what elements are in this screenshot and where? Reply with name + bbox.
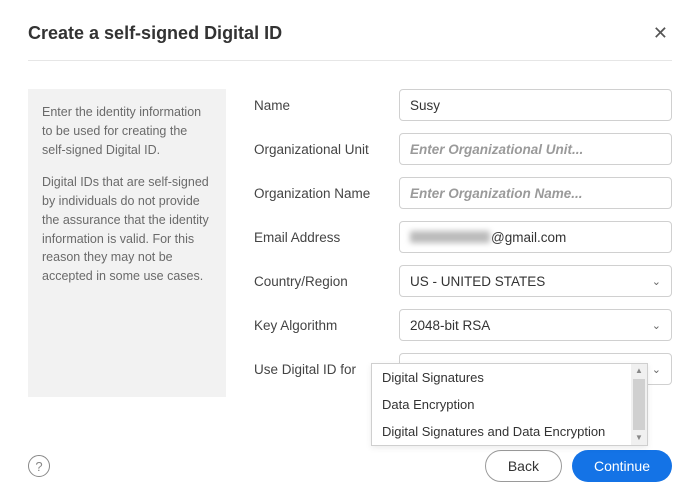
dropdown-option-both[interactable]: Digital Signatures and Data Encryption: [372, 418, 647, 445]
row-email: Email Address @gmail.com: [254, 221, 672, 253]
footer-buttons: Back Continue: [485, 450, 672, 482]
row-org-unit: Organizational Unit: [254, 133, 672, 165]
dialog-title: Create a self-signed Digital ID: [28, 23, 282, 44]
row-name: Name: [254, 89, 672, 121]
row-key-algo: Key Algorithm 2048-bit RSA ⌄: [254, 309, 672, 341]
form: Name Organizational Unit Organization Na…: [254, 89, 672, 397]
dialog-header: Create a self-signed Digital ID ✕: [28, 20, 672, 46]
scroll-thumb[interactable]: [633, 379, 645, 430]
continue-button[interactable]: Continue: [572, 450, 672, 482]
divider: [28, 60, 672, 61]
row-country: Country/Region US - UNITED STATES ⌄: [254, 265, 672, 297]
help-icon[interactable]: ?: [28, 455, 50, 477]
name-label: Name: [254, 98, 399, 113]
country-value: US - UNITED STATES: [410, 274, 545, 289]
back-button[interactable]: Back: [485, 450, 562, 482]
email-masked: [410, 231, 490, 243]
org-unit-label: Organizational Unit: [254, 142, 399, 157]
info-text-2: Digital IDs that are self-signed by indi…: [42, 173, 212, 286]
dropdown-option-encrypt[interactable]: Data Encryption: [372, 391, 647, 418]
email-input[interactable]: @gmail.com: [399, 221, 672, 253]
info-box: Enter the identity information to be use…: [28, 89, 226, 397]
scroll-down-icon[interactable]: ▼: [635, 431, 643, 445]
org-name-label: Organization Name: [254, 186, 399, 201]
country-select[interactable]: US - UNITED STATES ⌄: [399, 265, 672, 297]
scroll-up-icon[interactable]: ▲: [635, 364, 643, 378]
email-domain: @gmail.com: [491, 230, 566, 245]
email-label: Email Address: [254, 230, 399, 245]
key-algo-select[interactable]: 2048-bit RSA ⌄: [399, 309, 672, 341]
close-icon[interactable]: ✕: [649, 20, 672, 46]
chevron-down-icon: ⌄: [652, 363, 661, 376]
info-text-1: Enter the identity information to be use…: [42, 103, 212, 159]
key-algo-value: 2048-bit RSA: [410, 318, 490, 333]
country-label: Country/Region: [254, 274, 399, 289]
org-unit-input[interactable]: [399, 133, 672, 165]
dialog-footer: ? Back Continue: [28, 450, 672, 482]
scrollbar[interactable]: ▲ ▼: [631, 364, 647, 445]
use-for-dropdown: Digital Signatures Data Encryption Digit…: [371, 363, 648, 446]
key-algo-label: Key Algorithm: [254, 318, 399, 333]
row-org-name: Organization Name: [254, 177, 672, 209]
digital-id-dialog: Create a self-signed Digital ID ✕ Enter …: [0, 0, 700, 500]
dropdown-option-sign[interactable]: Digital Signatures: [372, 364, 647, 391]
dialog-body: Enter the identity information to be use…: [28, 89, 672, 397]
name-input[interactable]: [399, 89, 672, 121]
chevron-down-icon: ⌄: [652, 275, 661, 288]
org-name-input[interactable]: [399, 177, 672, 209]
chevron-down-icon: ⌄: [652, 319, 661, 332]
